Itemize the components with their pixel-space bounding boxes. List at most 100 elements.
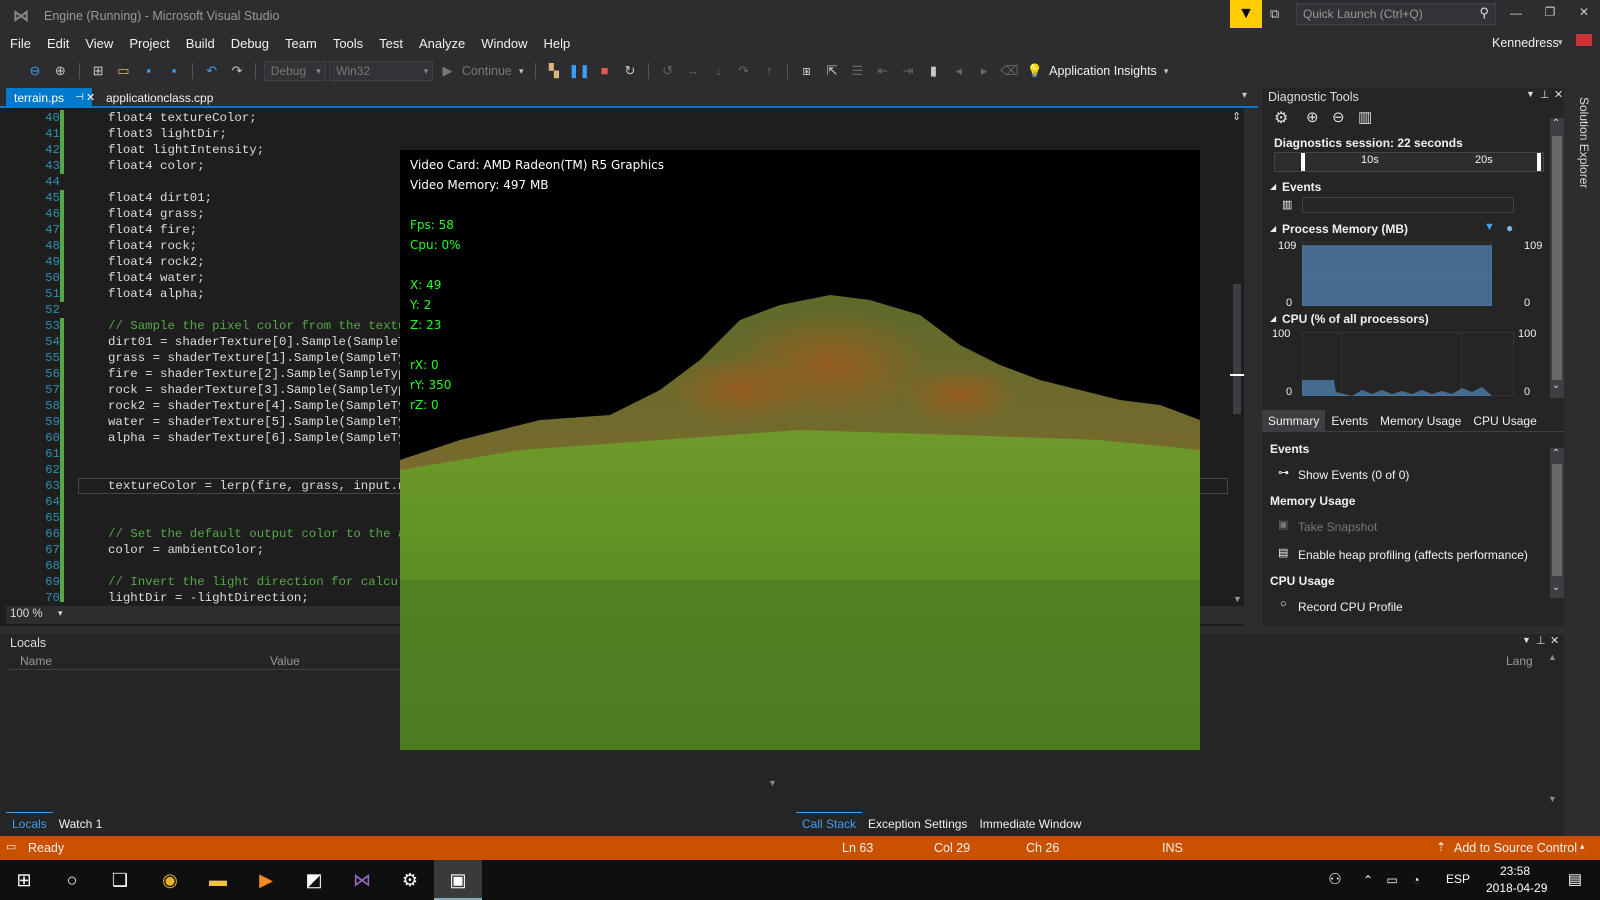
pin-icon[interactable]: ⊥ bbox=[1536, 634, 1546, 647]
callstack-scrollbar[interactable]: ▲ ▼ bbox=[1546, 652, 1560, 812]
zoom-out-icon[interactable]: ⊖ bbox=[1332, 108, 1345, 126]
summary-scrollbar[interactable]: ⌃ ⌄ bbox=[1550, 448, 1564, 598]
next-bookmark-icon[interactable]: ▸ bbox=[973, 60, 995, 82]
minimize-icon[interactable]: — bbox=[1506, 6, 1526, 20]
scrollbar-thumb[interactable] bbox=[1233, 284, 1241, 414]
visual-studio-icon[interactable]: ⋈ bbox=[338, 860, 386, 900]
language-indicator[interactable]: ESP bbox=[1446, 872, 1470, 886]
scroll-down-icon[interactable]: ▼ bbox=[768, 778, 777, 788]
take-snapshot-button[interactable]: Take Snapshot bbox=[1298, 520, 1377, 534]
tab-terrain-ps[interactable]: terrain.ps ⊣ bbox=[6, 88, 92, 108]
scroll-down-icon[interactable]: ⌄ bbox=[1552, 380, 1560, 391]
application-insights-button[interactable]: Application Insights bbox=[1049, 64, 1157, 78]
chevron-down-icon[interactable]: ▾ bbox=[515, 60, 527, 82]
locals-scrollbar[interactable]: ▼ bbox=[766, 758, 780, 794]
pin-icon[interactable]: ⊣ bbox=[75, 88, 84, 108]
wifi-icon[interactable]: ◔ bbox=[1404, 860, 1428, 900]
restore-icon[interactable]: ❐ bbox=[1540, 5, 1560, 19]
cortana-search-icon[interactable]: ○ bbox=[48, 860, 96, 900]
windows-start-icon[interactable]: ⊞ bbox=[0, 860, 48, 900]
menu-test[interactable]: Test bbox=[371, 32, 411, 56]
redo-icon[interactable]: ↷ bbox=[226, 60, 248, 82]
sticky-notes-icon[interactable]: ◩ bbox=[290, 860, 338, 900]
platform-select[interactable]: Win32 ▾ bbox=[329, 61, 434, 81]
settings-icon[interactable]: ⚙ bbox=[1274, 108, 1288, 128]
diag-graph-scrollbar[interactable]: ⌃ ⌄ bbox=[1550, 118, 1564, 398]
tab-watch-1[interactable]: Watch 1 bbox=[53, 813, 109, 835]
tray-chevron-icon[interactable]: ⌃ bbox=[1356, 860, 1380, 900]
close-icon[interactable]: ✕ bbox=[1554, 88, 1563, 101]
tab-call-stack[interactable]: Call Stack bbox=[796, 812, 863, 834]
save-icon[interactable]: ▪ bbox=[138, 60, 160, 82]
save-all-icon[interactable]: ▪ bbox=[163, 60, 185, 82]
tab-summary[interactable]: Summary bbox=[1262, 410, 1326, 432]
menu-debug[interactable]: Debug bbox=[223, 32, 277, 56]
code-line[interactable]: 40 float4 textureColor; bbox=[0, 110, 1230, 126]
feedback-icon[interactable]: ⧉ bbox=[1270, 6, 1279, 22]
hot-reload-icon[interactable]: ↺ bbox=[657, 60, 679, 82]
chevron-up-icon[interactable]: ▴ bbox=[1580, 841, 1585, 852]
menu-window[interactable]: Window bbox=[473, 32, 535, 56]
battery-icon[interactable]: ▭ bbox=[1380, 860, 1404, 900]
scroll-down-icon[interactable]: ⌄ bbox=[1552, 582, 1560, 593]
panel-menu-icon[interactable]: ▼ bbox=[1522, 635, 1531, 645]
menu-team[interactable]: Team bbox=[277, 32, 325, 56]
enable-heap-profiling-button[interactable]: Enable heap profiling (affects performan… bbox=[1298, 548, 1528, 562]
timeline-start-handle[interactable] bbox=[1301, 153, 1305, 171]
open-file-icon[interactable]: ▭ bbox=[112, 60, 134, 82]
record-cpu-profile-button[interactable]: Record CPU Profile bbox=[1298, 600, 1403, 614]
menu-tools[interactable]: Tools bbox=[325, 32, 371, 56]
scroll-up-icon[interactable]: ⌃ bbox=[1552, 448, 1560, 459]
clock-time[interactable]: 23:58 bbox=[1500, 864, 1530, 878]
tab-cpu-usage[interactable]: CPU Usage bbox=[1467, 410, 1542, 432]
chart-icon[interactable]: ▥ bbox=[1358, 108, 1372, 126]
terrain-render-window[interactable]: Video Card: AMD Radeon(TM) R5 Graphics V… bbox=[400, 150, 1200, 750]
step-over-icon[interactable]: ↷ bbox=[733, 60, 755, 82]
column-name[interactable]: Name bbox=[20, 654, 52, 668]
collapse-icon[interactable]: ◢ bbox=[1270, 314, 1276, 323]
continue-button[interactable]: Continue bbox=[462, 64, 512, 78]
close-icon[interactable]: ✕ bbox=[1550, 634, 1559, 647]
zoom-in-icon[interactable]: ⊕ bbox=[1306, 108, 1319, 126]
events-track[interactable] bbox=[1302, 197, 1514, 213]
scrollbar-thumb[interactable] bbox=[1552, 136, 1562, 380]
menu-help[interactable]: Help bbox=[536, 32, 579, 56]
code-line[interactable]: 41 float3 lightDir; bbox=[0, 126, 1230, 142]
menu-view[interactable]: View bbox=[77, 32, 121, 56]
pause-icon[interactable]: ❚❚ bbox=[568, 60, 590, 82]
clock-date[interactable]: 2018-04-29 bbox=[1486, 881, 1547, 895]
tab-overflow-icon[interactable]: ▾ bbox=[1242, 90, 1247, 101]
split-icon[interactable]: ⇕ bbox=[1232, 110, 1241, 123]
menu-edit[interactable]: Edit bbox=[39, 32, 77, 56]
chevron-down-icon[interactable]: ▾ bbox=[58, 608, 63, 619]
user-badge-icon[interactable] bbox=[1576, 34, 1592, 46]
configuration-select[interactable]: Debug ▾ bbox=[263, 61, 326, 81]
step-into-icon[interactable]: ↓ bbox=[707, 60, 729, 82]
prev-bookmark-icon[interactable]: ◂ bbox=[948, 60, 970, 82]
show-next-statement-icon[interactable]: → bbox=[682, 60, 704, 82]
engine-app-icon[interactable]: ▣ bbox=[434, 860, 482, 900]
scroll-down-icon[interactable]: ▼ bbox=[1233, 594, 1242, 604]
back-icon[interactable]: ⊖ bbox=[24, 60, 46, 82]
pause-icon[interactable]: ▥ bbox=[1282, 198, 1292, 211]
chevron-down-icon[interactable]: ▾ bbox=[1558, 37, 1563, 48]
close-tab-icon[interactable]: ✕ bbox=[86, 91, 95, 104]
add-to-source-control-button[interactable]: Add to Source Control bbox=[1454, 841, 1577, 855]
thread-icon[interactable]: ⇱ bbox=[821, 60, 843, 82]
file-explorer-icon[interactable]: ▬ bbox=[194, 860, 242, 900]
pin-icon[interactable]: ⊥ bbox=[1540, 88, 1550, 101]
bookmark-icon[interactable]: ▮ bbox=[922, 60, 944, 82]
continue-icon[interactable]: ▶ bbox=[436, 60, 458, 82]
timeline-ruler[interactable]: 10s 20s bbox=[1274, 152, 1544, 172]
hex-display-icon[interactable]: ⧆ bbox=[796, 60, 818, 82]
notifications-filter-icon[interactable]: ▼ bbox=[1230, 0, 1262, 28]
tab-exception-settings[interactable]: Exception Settings bbox=[862, 813, 973, 835]
restart-icon[interactable]: ↻ bbox=[619, 60, 641, 82]
process-icon[interactable]: ▚ bbox=[543, 60, 565, 82]
tab-immediate-window[interactable]: Immediate Window bbox=[973, 813, 1087, 835]
collapse-icon[interactable]: ◢ bbox=[1270, 224, 1276, 233]
collapse-icon[interactable]: ◢ bbox=[1270, 182, 1276, 191]
menu-build[interactable]: Build bbox=[178, 32, 223, 56]
step-out-icon[interactable]: ↑ bbox=[758, 60, 780, 82]
tab-applicationclass-cpp[interactable]: applicationclass.cpp bbox=[98, 88, 221, 108]
